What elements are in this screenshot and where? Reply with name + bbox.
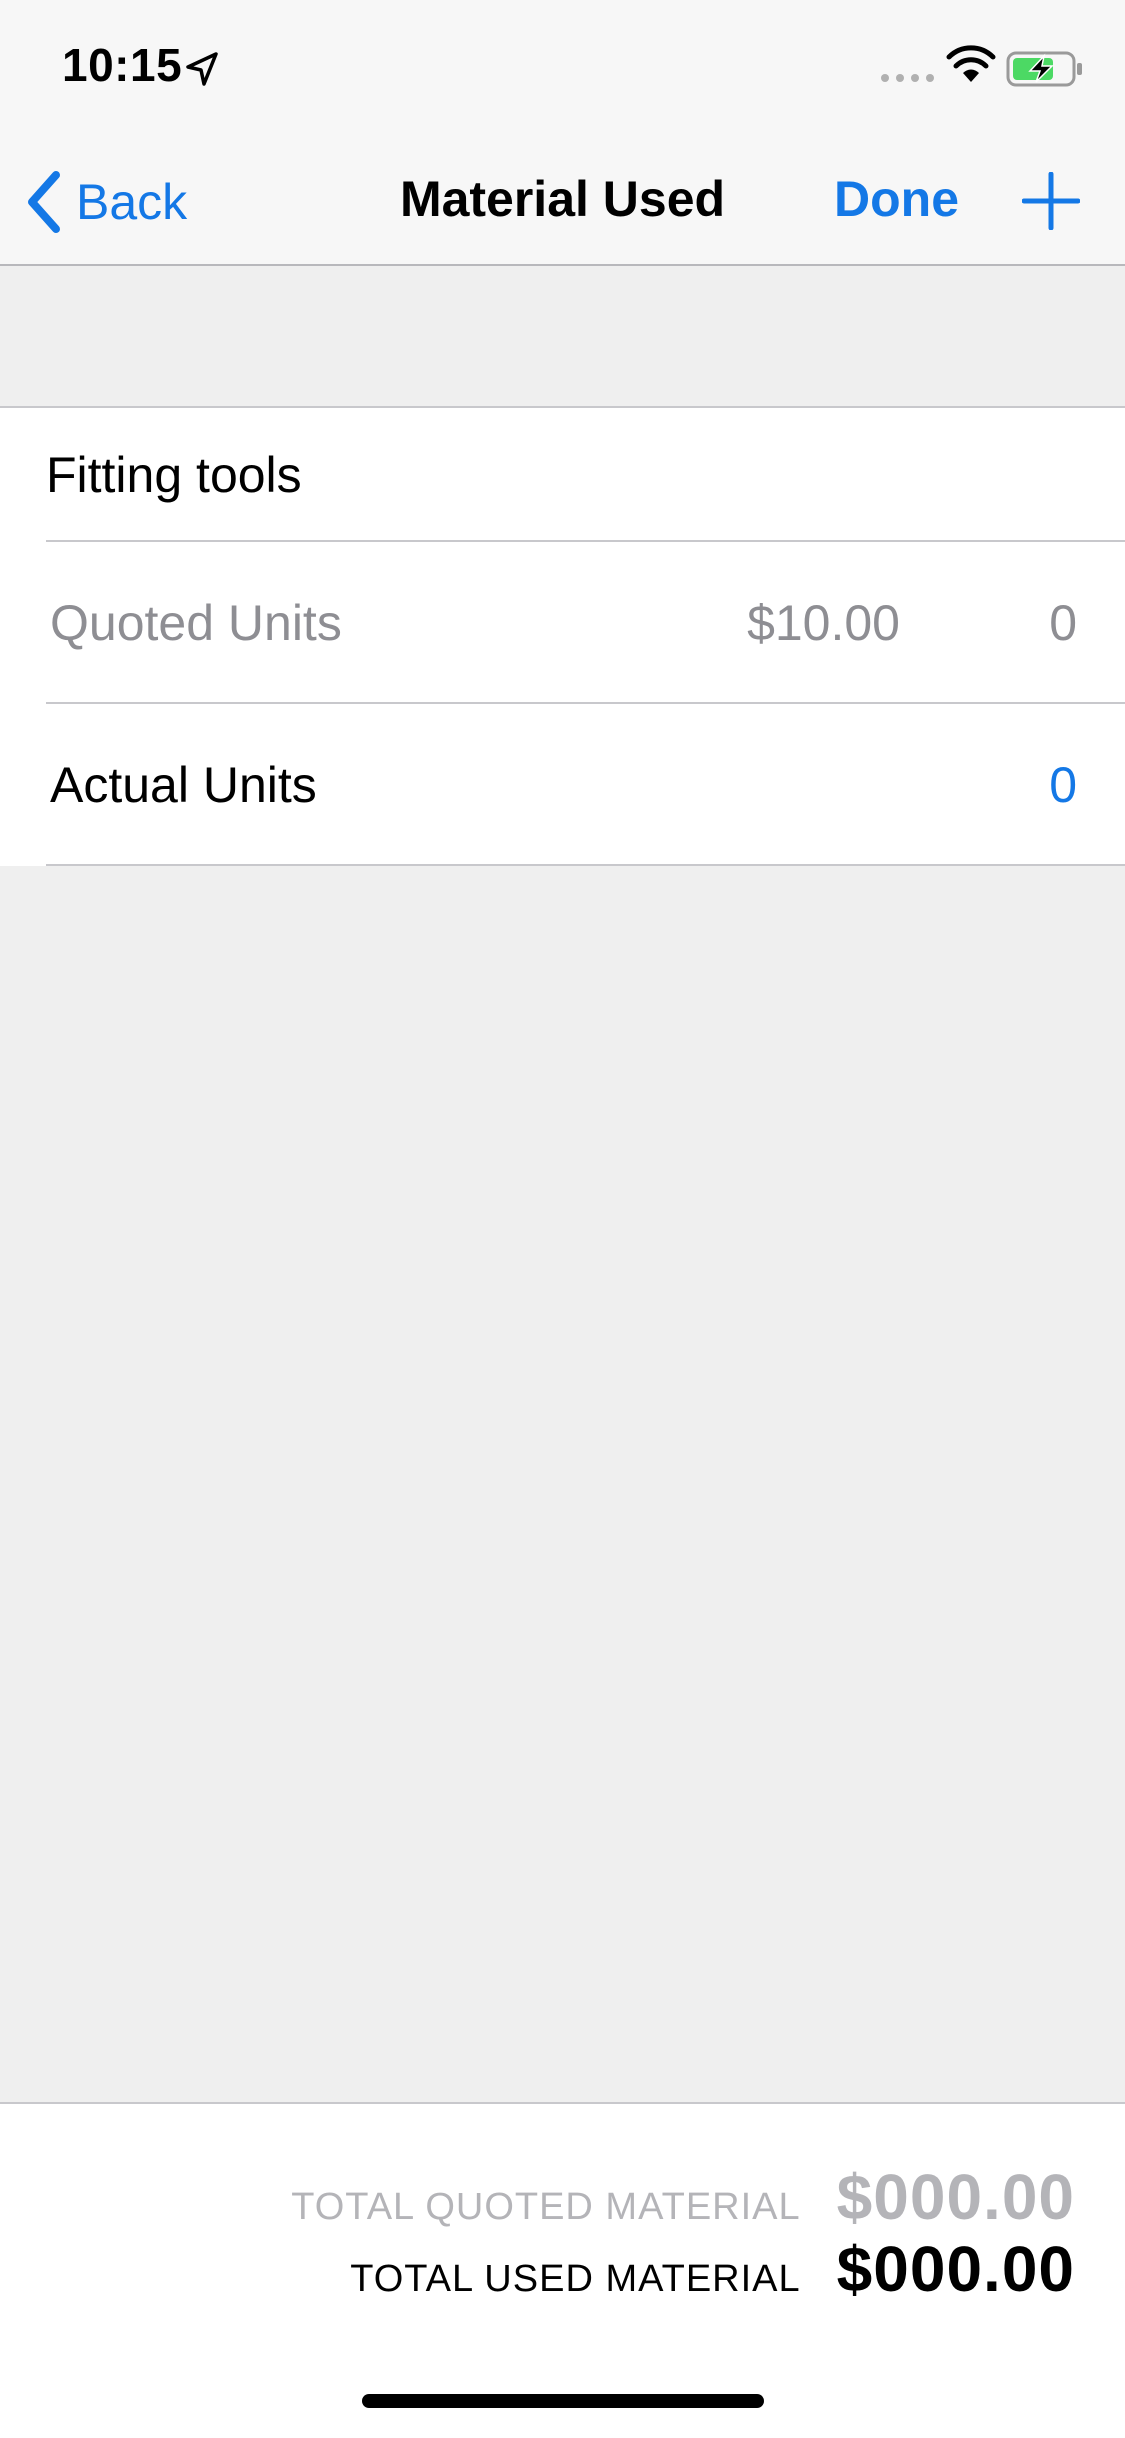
actual-units-value[interactable]: 0 <box>1049 756 1077 814</box>
wifi-icon <box>946 45 996 82</box>
quoted-units-value: 0 <box>1049 595 1077 651</box>
row-divider <box>46 864 1125 866</box>
done-button[interactable]: Done <box>834 170 959 228</box>
chevron-left-icon <box>28 171 60 233</box>
status-time: 10:15 <box>62 39 183 91</box>
total-quoted-amount: $000.00 <box>836 2161 1075 2233</box>
material-name: Fitting tools <box>46 447 302 503</box>
total-used-amount: $000.00 <box>836 2233 1075 2305</box>
total-used-row: TOTAL USED MATERIAL $000.00 <box>350 2232 1075 2306</box>
row-divider <box>46 702 1125 704</box>
signal-icon <box>881 74 934 82</box>
total-used-label: TOTAL USED MATERIAL <box>350 2258 801 2300</box>
back-button[interactable]: Back <box>22 162 187 242</box>
home-indicator[interactable] <box>362 2394 764 2408</box>
material-card: Fitting tools Quoted Units $10.00 0 Actu… <box>0 406 1125 866</box>
section-spacer <box>0 266 1125 406</box>
quoted-units-label: Quoted Units <box>50 595 342 651</box>
status-bar: 10:15 <box>0 0 1125 140</box>
totals-footer: TOTAL QUOTED MATERIAL $000.00 TOTAL USED… <box>0 2102 1125 2438</box>
location-arrow-icon <box>186 52 218 86</box>
total-quoted-row: TOTAL QUOTED MATERIAL $000.00 <box>291 2160 1075 2234</box>
battery-charging-icon <box>1006 51 1082 87</box>
plus-icon[interactable] <box>1022 172 1080 230</box>
total-quoted-label: TOTAL QUOTED MATERIAL <box>291 2186 801 2228</box>
back-label: Back <box>76 174 188 230</box>
quoted-price: $10.00 <box>747 595 900 651</box>
actual-units-label: Actual Units <box>50 757 317 813</box>
navigation-bar: Back Material Used Done <box>0 140 1125 266</box>
row-divider <box>46 540 1125 542</box>
